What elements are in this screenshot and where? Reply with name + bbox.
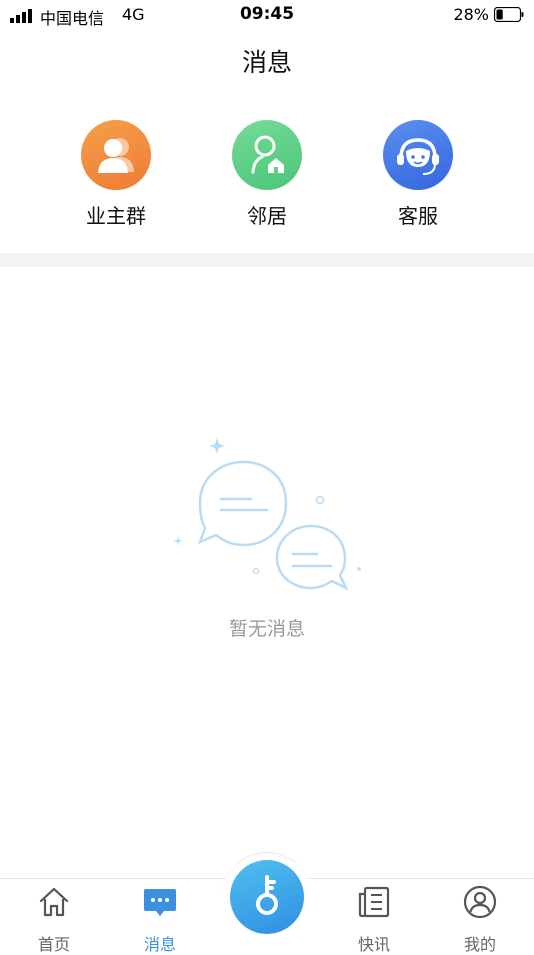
section-divider bbox=[0, 253, 534, 267]
tab-messages[interactable]: 消息 bbox=[120, 884, 200, 955]
key-icon bbox=[256, 875, 278, 915]
page-title: 消息 bbox=[241, 48, 292, 77]
category-owners-group[interactable]: 业主群 bbox=[56, 120, 176, 229]
tab-profile[interactable]: 我的 bbox=[440, 884, 520, 955]
status-bar: 中国电信 4G 09:45 28% bbox=[0, 0, 534, 30]
category-label: 客服 bbox=[398, 204, 438, 228]
message-icon bbox=[144, 889, 176, 916]
news-icon bbox=[358, 886, 390, 918]
category-customer-service[interactable]: 客服 bbox=[358, 120, 478, 229]
battery-icon bbox=[494, 7, 524, 22]
category-neighbor[interactable]: 邻居 bbox=[207, 120, 327, 229]
customer-service-icon bbox=[383, 120, 453, 190]
tab-news[interactable]: 快讯 bbox=[334, 884, 414, 955]
profile-icon bbox=[463, 885, 497, 919]
tab-label: 消息 bbox=[143, 935, 176, 954]
owners-group-icon bbox=[81, 120, 151, 190]
tab-label: 我的 bbox=[463, 935, 496, 954]
tab-label: 快讯 bbox=[357, 935, 390, 954]
battery-percent: 28% bbox=[453, 5, 489, 24]
neighbor-icon bbox=[232, 120, 302, 190]
key-button[interactable] bbox=[230, 860, 304, 934]
chat-bubbles-icon bbox=[173, 438, 361, 590]
category-label: 邻居 bbox=[247, 204, 287, 228]
empty-state-text: 暂无消息 bbox=[228, 618, 305, 640]
tab-home[interactable]: 首页 bbox=[14, 884, 94, 955]
category-label: 业主群 bbox=[86, 204, 146, 228]
home-icon bbox=[39, 887, 69, 917]
tab-label: 首页 bbox=[37, 935, 70, 954]
